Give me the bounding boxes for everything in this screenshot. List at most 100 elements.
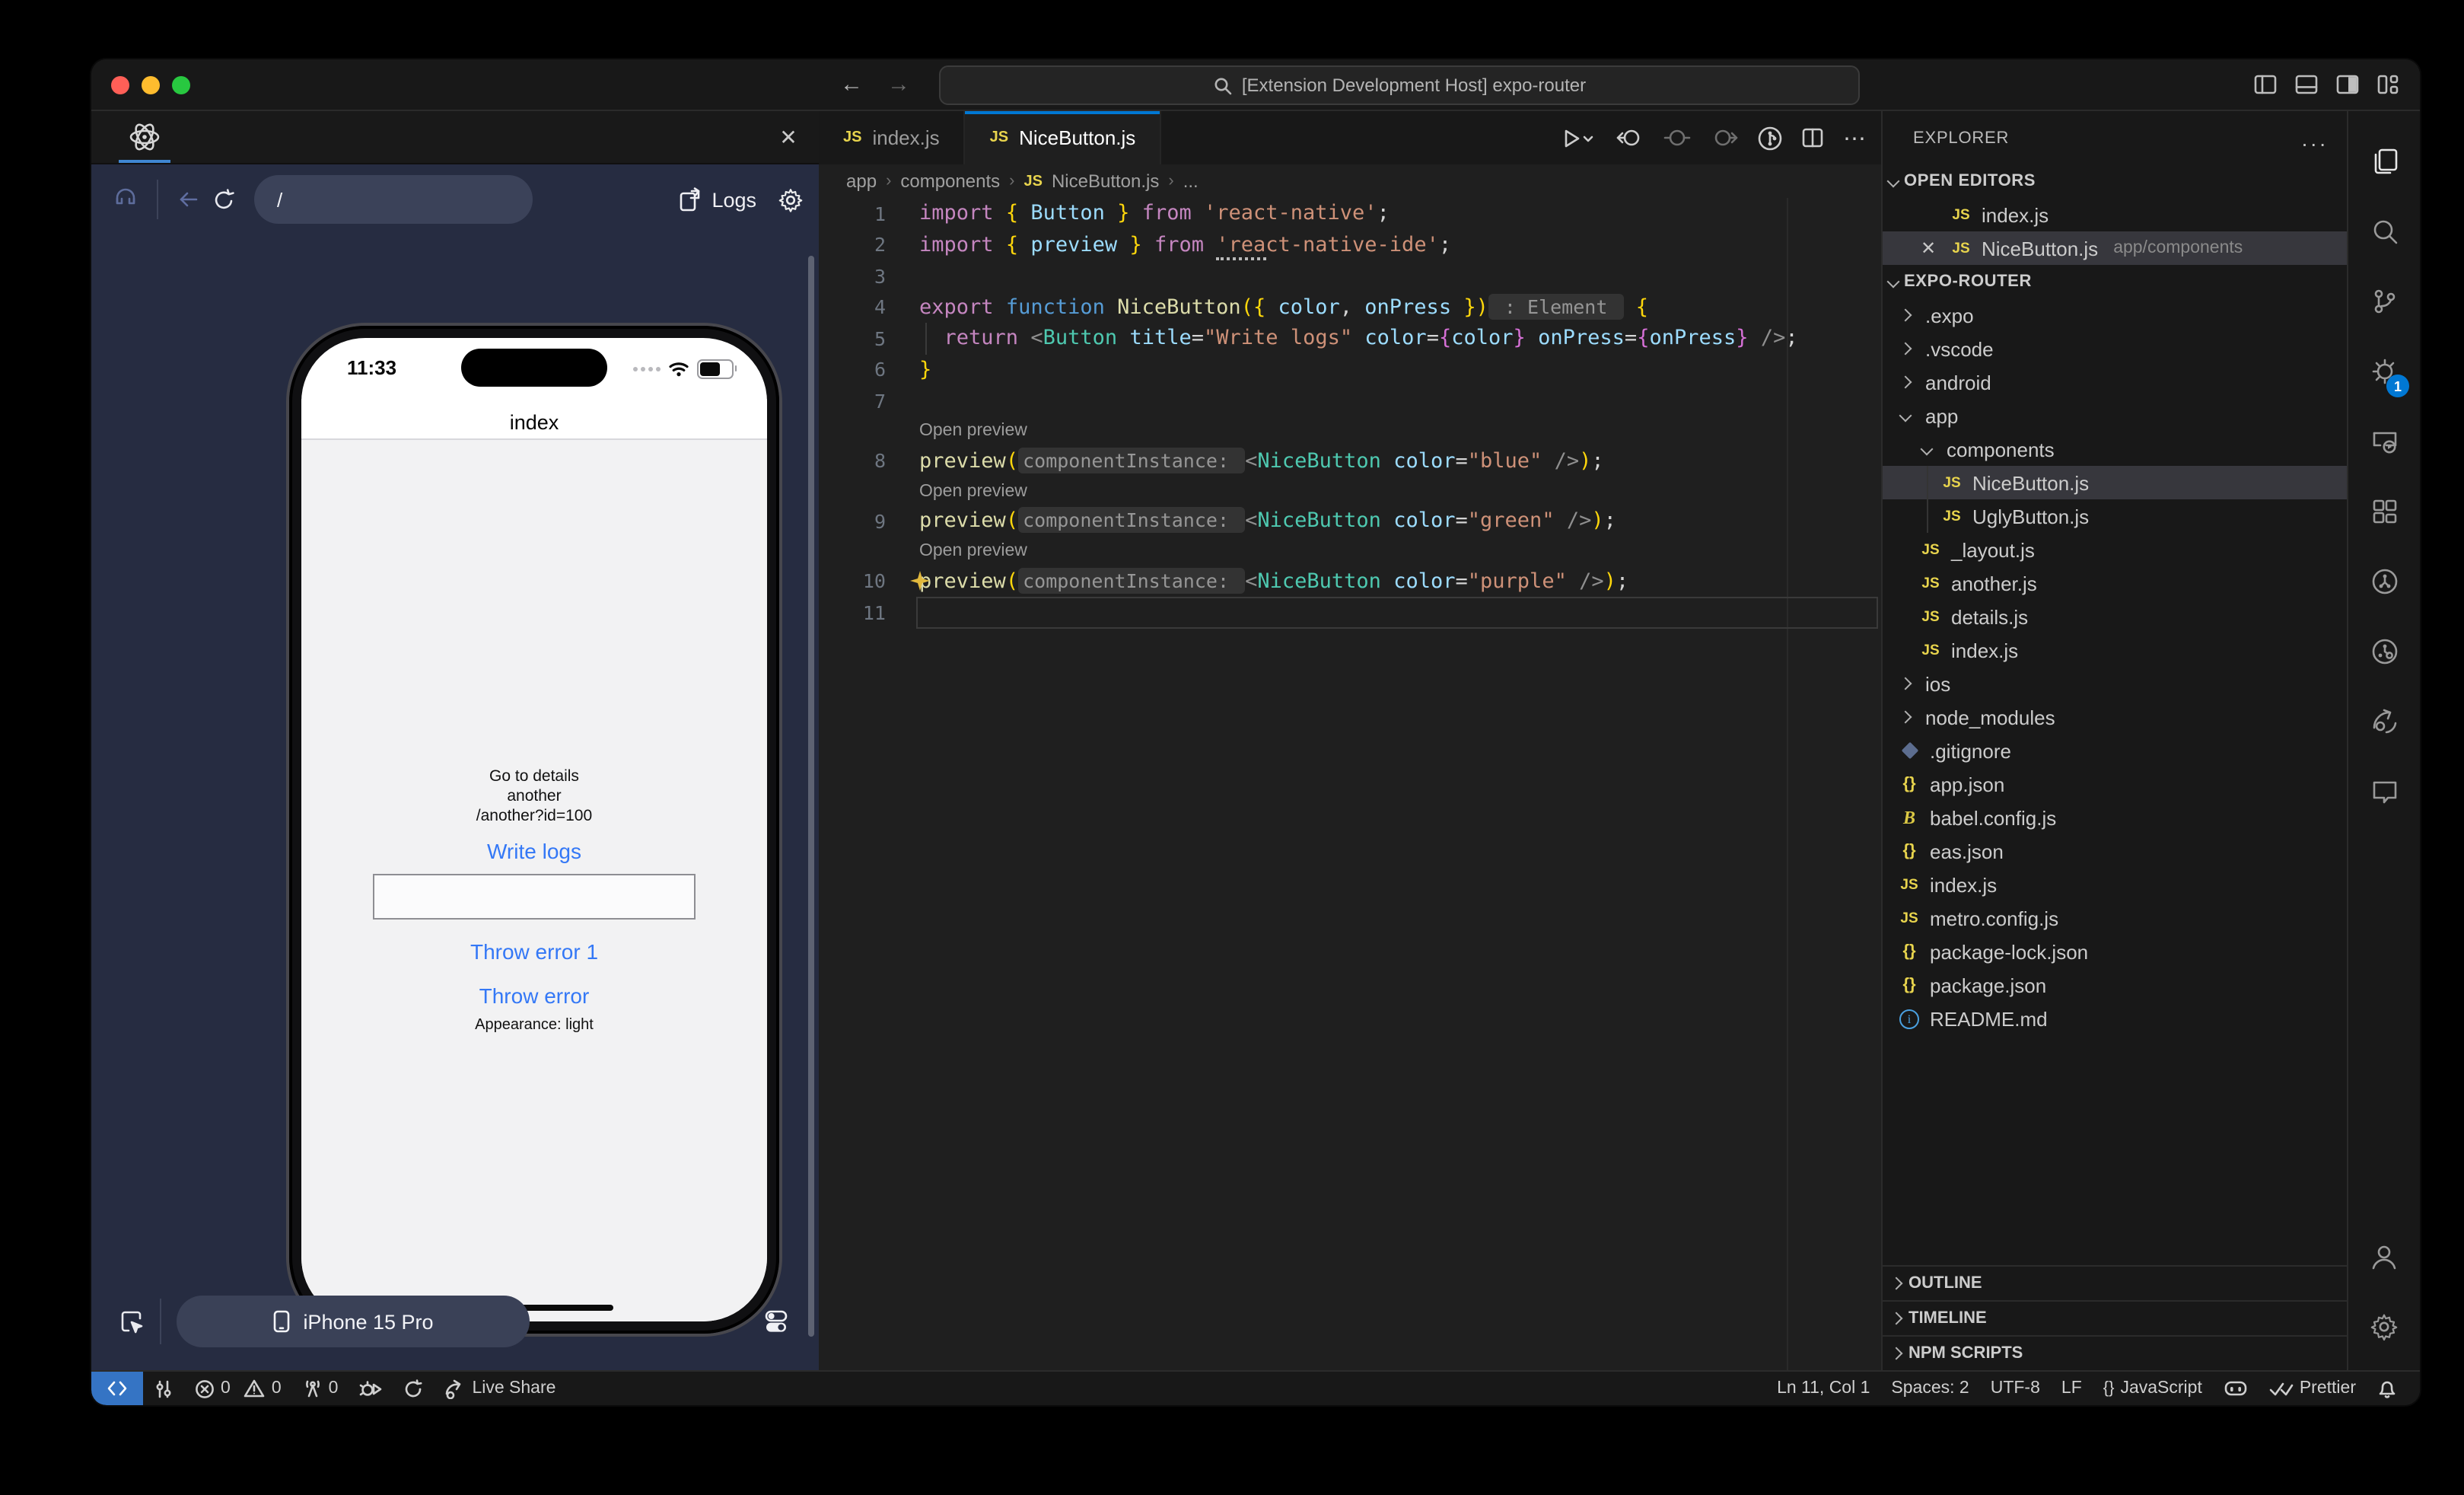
- editor-tab-index.js[interactable]: JSindex.js: [819, 111, 966, 164]
- tree-item-.vscode[interactable]: .vscode: [1883, 332, 2347, 365]
- reload-icon[interactable]: [213, 188, 236, 211]
- run-graph-icon[interactable]: [1758, 126, 1782, 150]
- close-editor-icon[interactable]: ✕: [1916, 237, 1940, 259]
- device-preview-icon[interactable]: [2348, 406, 2420, 477]
- tree-item-node_modules[interactable]: node_modules: [1883, 700, 2347, 734]
- history-forward-icon[interactable]: →: [887, 72, 910, 97]
- zoom-window-button[interactable]: [172, 75, 190, 94]
- tree-item-ios[interactable]: ios: [1883, 667, 2347, 700]
- customize-layout-icon[interactable]: [2377, 75, 2399, 94]
- tree-item-index.js[interactable]: JSindex.js: [1883, 868, 2347, 901]
- open-editors-header[interactable]: OPEN EDITORS: [1883, 164, 2347, 198]
- command-center-search[interactable]: [Extension Development Host] expo-router: [939, 65, 1860, 105]
- route-url-field[interactable]: /: [254, 175, 533, 224]
- tree-item-components[interactable]: components: [1883, 432, 2347, 466]
- statusbar-ln-11-col-1[interactable]: Ln 11, Col 1: [1766, 1372, 1880, 1405]
- open-preview-codelens[interactable]: Open preview: [919, 422, 1027, 440]
- tree-item-NiceButton.js[interactable]: JSNiceButton.js: [1883, 466, 2347, 499]
- panel-scrollbar[interactable]: [808, 256, 814, 1337]
- inspect-pointer-icon[interactable]: [119, 1309, 145, 1334]
- settings-gear-icon[interactable]: [778, 186, 804, 212]
- radon-ide-icon[interactable]: 1: [2348, 336, 2420, 406]
- statusbar-tools[interactable]: [143, 1372, 184, 1405]
- tree-item-app[interactable]: app: [1883, 399, 2347, 432]
- statusbar-javascript[interactable]: {}JavaScript: [2093, 1372, 2213, 1405]
- comments-icon[interactable]: [2348, 757, 2420, 827]
- source-control-icon[interactable]: [2348, 266, 2420, 336]
- statusbar-tower[interactable]: 0: [292, 1372, 349, 1405]
- tree-item-.expo[interactable]: .expo: [1883, 298, 2347, 332]
- remote-indicator[interactable]: [91, 1372, 143, 1405]
- tree-item-UglyButton.js[interactable]: JSUglyButton.js: [1883, 499, 2347, 533]
- open-editor-index.js[interactable]: JSindex.js: [1883, 198, 2347, 231]
- statusbar-liveshare[interactable]: Live Share: [434, 1372, 566, 1405]
- toggle-primary-sidebar-icon[interactable]: [2254, 75, 2277, 94]
- another-link[interactable]: another: [301, 787, 767, 807]
- tree-item-_layout.js[interactable]: JS_layout.js: [1883, 533, 2347, 566]
- account-icon[interactable]: [2348, 1221, 2420, 1291]
- tree-item-.gitignore[interactable]: .gitignore: [1883, 734, 2347, 767]
- more-actions-icon[interactable]: ⋯: [1843, 124, 1866, 151]
- statusbar-errwarn[interactable]: 00: [184, 1372, 292, 1405]
- statusbar-utf-8[interactable]: UTF-8: [1980, 1372, 2051, 1405]
- statusbar-debug[interactable]: [349, 1372, 393, 1405]
- section-npm-scripts[interactable]: NPM SCRIPTS: [1883, 1335, 2347, 1370]
- code-area[interactable]: 1import { Button } from 'react-native';2…: [819, 198, 1881, 1370]
- section-outline[interactable]: OUTLINE: [1883, 1265, 2347, 1300]
- tree-item-README.md[interactable]: iREADME.md: [1883, 1002, 2347, 1035]
- section-timeline[interactable]: TIMELINE: [1883, 1300, 2347, 1335]
- tree-item-android[interactable]: android: [1883, 365, 2347, 399]
- device-settings-toggles-icon[interactable]: [764, 1309, 788, 1334]
- statusbar-bell[interactable]: [2367, 1372, 2408, 1405]
- extensions-grid-icon[interactable]: [2348, 477, 2420, 547]
- minimize-window-button[interactable]: [142, 75, 160, 94]
- run-button[interactable]: [1563, 127, 1597, 148]
- device-selector[interactable]: iPhone 15 Pro: [177, 1296, 530, 1347]
- breadcrumb-tail[interactable]: ...: [1183, 171, 1199, 192]
- tree-item-another.js[interactable]: JSanother.js: [1883, 566, 2347, 600]
- go-to-details-link[interactable]: Go to details: [301, 767, 767, 787]
- history-back-icon[interactable]: ←: [840, 72, 863, 97]
- copilot-sparkle-icon[interactable]: [910, 572, 930, 591]
- step-forward-icon[interactable]: [1711, 128, 1738, 148]
- files-icon[interactable]: [2348, 126, 2420, 196]
- breadcrumb-item[interactable]: app: [846, 171, 877, 192]
- expo-panel-tab[interactable]: [91, 111, 198, 163]
- write-logs-button[interactable]: Write logs: [301, 839, 767, 863]
- throw-error-1-button[interactable]: Throw error 1: [301, 939, 767, 964]
- another-id-link[interactable]: /another?id=100: [301, 807, 767, 827]
- tree-item-eas.json[interactable]: {}eas.json: [1883, 834, 2347, 868]
- breadcrumb-item[interactable]: components: [900, 171, 1000, 192]
- toggle-panel-icon[interactable]: [2295, 75, 2318, 94]
- tree-item-index.js[interactable]: JSindex.js: [1883, 633, 2347, 667]
- live-preview-icon[interactable]: [2348, 687, 2420, 757]
- statusbar-prettier[interactable]: Prettier: [2259, 1372, 2367, 1405]
- tree-item-package.json[interactable]: {}package.json: [1883, 968, 2347, 1002]
- tree-item-app.json[interactable]: {}app.json: [1883, 767, 2347, 801]
- project-section-header[interactable]: EXPO-ROUTER: [1883, 265, 2347, 298]
- panel-close-icon[interactable]: ✕: [773, 122, 804, 152]
- open-preview-codelens[interactable]: Open preview: [919, 482, 1027, 500]
- search-icon[interactable]: [2348, 196, 2420, 266]
- statusbar-sync[interactable]: [393, 1372, 434, 1405]
- settings-icon[interactable]: [2348, 1291, 2420, 1361]
- text-input[interactable]: [373, 874, 696, 920]
- nav-back-icon[interactable]: [177, 189, 201, 210]
- breadcrumb-item[interactable]: NiceButton.js: [1052, 171, 1159, 192]
- statusbar-spaces-2[interactable]: Spaces: 2: [1880, 1372, 1979, 1405]
- open-editor-NiceButton.js[interactable]: ✕JSNiceButton.jsapp/components: [1883, 231, 2347, 265]
- step-over-icon[interactable]: [1663, 128, 1691, 148]
- statusbar-lf[interactable]: LF: [2051, 1372, 2093, 1405]
- run-graph-b-icon[interactable]: [2348, 617, 2420, 687]
- tree-item-details.js[interactable]: JSdetails.js: [1883, 600, 2347, 633]
- open-preview-codelens[interactable]: Open preview: [919, 542, 1027, 560]
- tree-item-metro.config.js[interactable]: JSmetro.config.js: [1883, 901, 2347, 935]
- step-back-icon[interactable]: [1616, 128, 1644, 148]
- element-inspector-icon[interactable]: [113, 186, 138, 212]
- tree-item-babel.config.js[interactable]: Bbabel.config.js: [1883, 801, 2347, 834]
- run-graph-a-icon[interactable]: [2348, 547, 2420, 617]
- logs-button[interactable]: Logs: [676, 186, 756, 212]
- explorer-more-actions-icon[interactable]: ...: [2302, 126, 2329, 150]
- tree-item-package-lock.json[interactable]: {}package-lock.json: [1883, 935, 2347, 968]
- toggle-secondary-sidebar-icon[interactable]: [2336, 75, 2359, 94]
